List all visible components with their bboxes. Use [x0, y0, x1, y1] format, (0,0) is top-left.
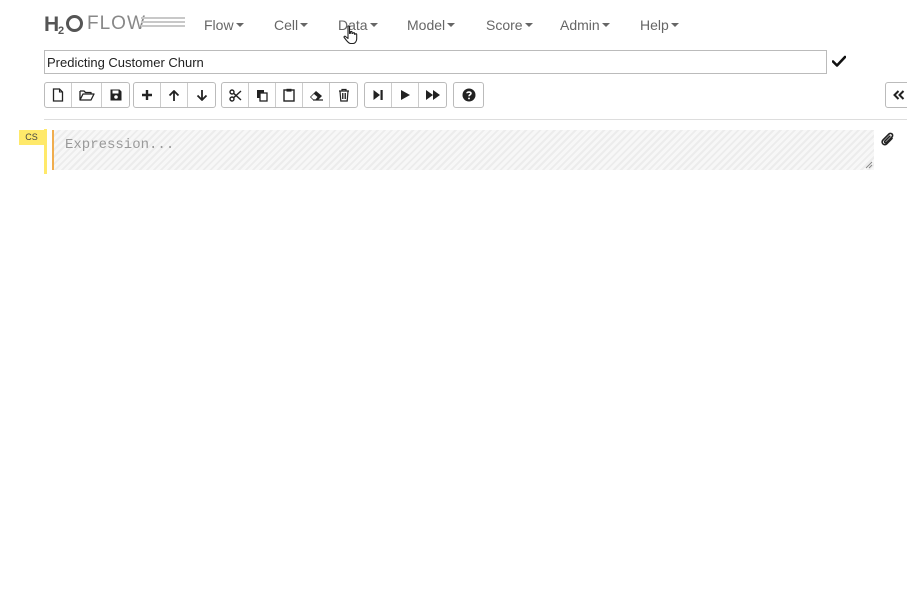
scissors-icon — [228, 88, 241, 102]
notebook-title-input[interactable] — [44, 50, 827, 74]
hand-pointer-icon — [343, 25, 358, 45]
menu-flow[interactable]: Flow — [204, 17, 244, 33]
eraser-icon — [309, 91, 323, 101]
caret-down-icon — [601, 23, 610, 27]
arrow-up-icon — [168, 89, 180, 101]
cell-placeholder: Expression... — [65, 137, 175, 153]
caret-down-icon — [670, 23, 679, 27]
save-notebook-button[interactable] — [102, 83, 129, 107]
run-all-cells-button[interactable] — [419, 83, 446, 107]
paste-cell-button[interactable] — [276, 83, 303, 107]
open-folder-icon — [78, 90, 95, 101]
open-notebook-button[interactable] — [72, 83, 102, 107]
menu-cell-label: Cell — [274, 17, 299, 33]
cell-selection-bar — [44, 129, 47, 174]
caret-down-icon — [447, 23, 456, 27]
toolbar-edit-group — [221, 82, 358, 108]
run-cell-button[interactable] — [365, 83, 392, 107]
toolbar-run-group — [364, 82, 447, 108]
toggle-sidebar-button[interactable] — [885, 82, 907, 108]
clipboard-icon — [283, 88, 295, 102]
help-icon — [462, 88, 475, 102]
caret-down-icon — [369, 23, 378, 27]
check-icon[interactable] — [832, 55, 846, 67]
new-file-icon — [52, 88, 64, 102]
delete-cell-button[interactable] — [330, 83, 357, 107]
move-cell-up-button[interactable] — [161, 83, 188, 107]
toolbar-divider — [44, 119, 907, 120]
double-chevron-left-icon — [893, 90, 905, 100]
menu-score-label: Score — [486, 17, 523, 33]
trash-icon — [338, 88, 349, 102]
play-icon — [401, 90, 410, 100]
plus-icon — [142, 90, 152, 100]
logo-h: H — [44, 13, 60, 36]
logo-o-ring — [66, 15, 83, 32]
menu-model[interactable]: Model — [407, 17, 456, 33]
cell-expression-input[interactable]: Expression... — [52, 130, 874, 170]
copy-icon — [257, 89, 268, 102]
cell-type-badge[interactable]: CS — [19, 130, 44, 145]
arrow-down-icon — [196, 89, 207, 101]
paperclip-icon[interactable] — [881, 132, 895, 148]
new-notebook-button[interactable] — [45, 83, 72, 107]
logo-flow-text: FLOW — [87, 13, 146, 34]
toolbar-file-group — [44, 82, 130, 108]
cut-cell-button[interactable] — [222, 83, 249, 107]
copy-cell-button[interactable] — [249, 83, 276, 107]
menu-admin[interactable]: Admin — [560, 17, 610, 33]
caret-down-icon — [524, 23, 533, 27]
menu-cell[interactable]: Cell — [274, 17, 309, 33]
resize-grip-icon[interactable] — [865, 161, 873, 169]
logo-subscript: 2 — [58, 25, 65, 37]
toolbar-cell-group — [133, 82, 216, 108]
menu-admin-label: Admin — [560, 17, 600, 33]
toolbar-help-group — [453, 82, 484, 108]
menu-help[interactable]: Help — [640, 17, 679, 33]
move-cell-down-button[interactable] — [188, 83, 215, 107]
menu-flow-label: Flow — [204, 17, 234, 33]
navbar: H 2 FLOW Flow Cell Data Model Score Admi… — [0, 0, 907, 50]
menu-score[interactable]: Score — [486, 17, 533, 33]
caret-down-icon — [300, 23, 309, 27]
run-and-select-below-button[interactable] — [392, 83, 419, 107]
assist-button[interactable] — [454, 83, 483, 107]
logo-lines — [141, 17, 185, 29]
caret-down-icon — [235, 23, 244, 27]
insert-cell-button[interactable] — [134, 83, 161, 107]
save-icon — [110, 89, 121, 101]
menu-model-label: Model — [407, 17, 446, 33]
clear-cell-button[interactable] — [303, 83, 330, 107]
menu-help-label: Help — [640, 17, 669, 33]
fast-forward-icon — [425, 90, 440, 100]
step-forward-icon — [373, 90, 383, 100]
